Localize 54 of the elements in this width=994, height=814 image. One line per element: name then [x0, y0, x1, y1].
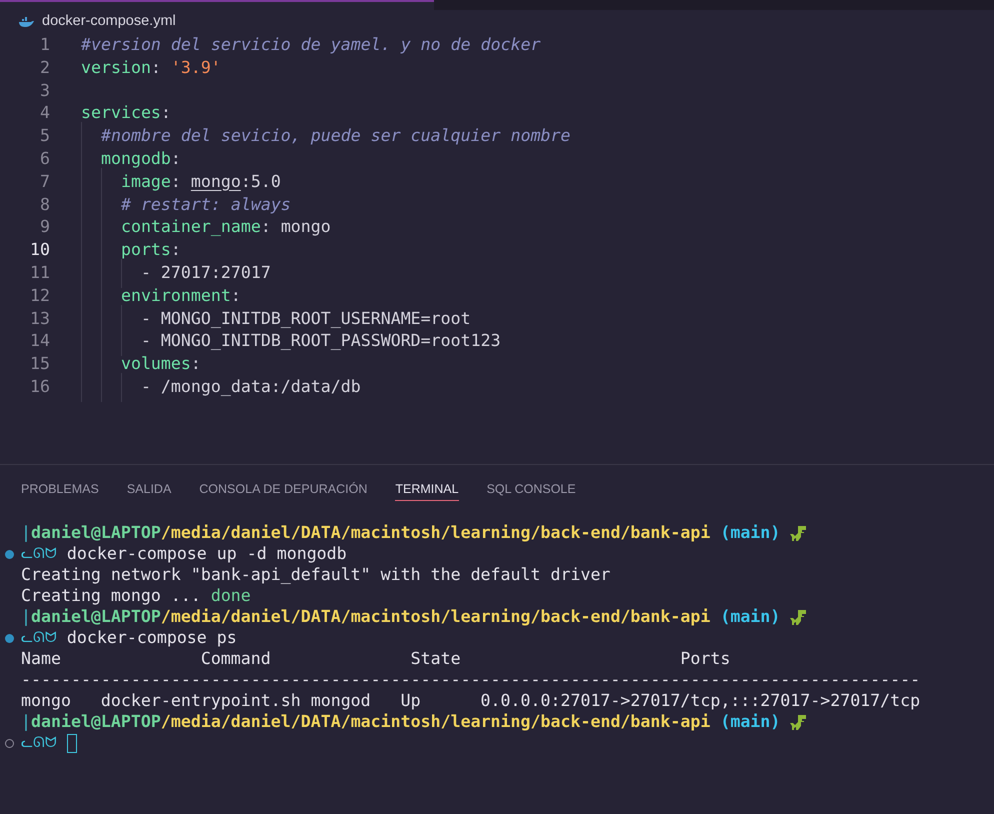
code-line: image: mongo:5.0	[120, 170, 281, 193]
line-number: 4	[39, 102, 50, 124]
line-number: 3	[39, 80, 50, 102]
command-text: docker-compose up -d mongodb	[66, 543, 347, 566]
dinosaur-icon	[790, 609, 808, 626]
code-line: mongodb:	[100, 148, 181, 170]
line-number: 14	[29, 330, 50, 352]
code-line: - MONGO_INITDB_ROOT_USERNAME=root	[140, 308, 471, 330]
terminal-output: ------------------------------------------------------------------------------------------	[21, 669, 920, 692]
code-line: ports:	[120, 239, 181, 262]
code-line: services:	[81, 102, 171, 124]
line-number: 10	[29, 239, 50, 262]
line-number: 1	[39, 34, 50, 56]
whale-icon	[18, 16, 34, 28]
code-line: #nombre del sevicio, puede ser cualquier nombre	[100, 125, 571, 148]
prompt-symbol: ᓚᘏᗢ	[21, 629, 57, 648]
line-number: 2	[39, 56, 50, 79]
line-number: 11	[29, 262, 50, 284]
line-number: 12	[29, 284, 50, 307]
line-number: 7	[39, 170, 50, 193]
code-line: version: '3.9'	[81, 56, 221, 79]
prompt-symbol: ᓚᘏᗢ	[21, 734, 57, 753]
code-line: volumes:	[120, 353, 201, 376]
code-line: - /mongo_data:/data/db	[140, 376, 361, 398]
panel-tab[interactable]: PROBLEMAS	[21, 479, 99, 501]
terminal-output: mongo docker-entrypoint.sh mongod Up 0.0.0.0:27017->27017/tcp,:::27017->27017/tcp	[21, 690, 920, 712]
shell-prompt: |daniel@LAPTOP/media/daniel/DATA/macintosh/learning/back-end/bank-api (main)	[21, 711, 780, 734]
code-line: container_name: mongo	[120, 216, 331, 238]
panel-tab[interactable]: TERMINAL	[395, 479, 459, 501]
line-number: 5	[39, 125, 50, 148]
shell-prompt: |daniel@LAPTOP/media/daniel/DATA/macintosh/learning/back-end/bank-api (main)	[21, 522, 780, 544]
line-number: 8	[39, 194, 50, 216]
terminal-output: Creating network "bank-api_default" with the default driver	[21, 564, 610, 586]
shell-prompt: |daniel@LAPTOP/media/daniel/DATA/macintosh/learning/back-end/bank-api (main)	[21, 606, 780, 628]
terminal-output: Name Command State Ports	[21, 648, 730, 670]
panel-tab[interactable]: CONSOLA DE DEPURACIÓN	[199, 479, 368, 501]
prompt-symbol: ᓚᘏᗢ	[21, 545, 57, 564]
dinosaur-icon	[790, 714, 808, 731]
line-number: 9	[39, 216, 50, 238]
line-number: 6	[39, 148, 50, 170]
line-number: 13	[29, 308, 50, 330]
line-number: 16	[29, 376, 50, 398]
command-text: docker-compose ps	[66, 627, 237, 650]
code-line: - MONGO_INITDB_ROOT_PASSWORD=root123	[140, 330, 501, 352]
code-line: - 27017:27017	[140, 262, 271, 284]
code-line: environment:	[120, 284, 241, 307]
terminal-output: Creating mongo ... done	[21, 585, 251, 608]
code-line: # restart: always	[120, 194, 291, 216]
file-tab-title[interactable]: docker-compose.yml	[42, 11, 176, 33]
line-number: 15	[29, 353, 50, 376]
panel-tab[interactable]: SQL CONSOLE	[486, 479, 576, 501]
panel-tab[interactable]: SALIDA	[126, 479, 172, 501]
code-line: #version del servicio de yamel. y no de docker	[81, 34, 541, 56]
dinosaur-icon	[790, 525, 808, 542]
